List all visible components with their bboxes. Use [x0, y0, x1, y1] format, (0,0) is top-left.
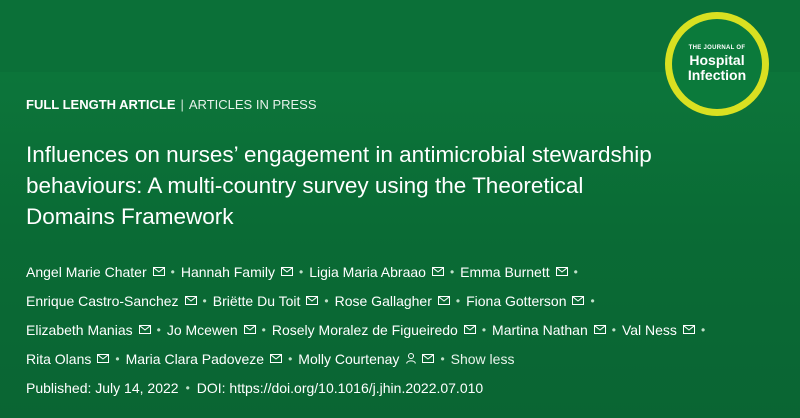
mail-icon[interactable] [270, 354, 283, 363]
separator-dot: • [611, 322, 616, 337]
mail-icon[interactable] [138, 325, 151, 334]
separator-dot: • [700, 322, 706, 337]
journal-logo-small: THE JOURNAL OF [688, 45, 746, 51]
mail-icon[interactable] [97, 354, 110, 363]
doi-link[interactable]: DOI: https://doi.org/10.1016/j.jhin.2022… [197, 380, 483, 396]
author-item[interactable]: Maria Clara Padoveze [126, 351, 283, 367]
author-name[interactable]: Val Ness [622, 322, 677, 338]
author-name[interactable]: Martina Nathan [492, 322, 588, 338]
author-item[interactable]: Briëtte Du Toit [213, 293, 319, 309]
mail-icon[interactable] [437, 296, 450, 305]
separator-dot: • [261, 322, 266, 337]
mail-icon[interactable] [431, 267, 444, 276]
author-name[interactable]: Hannah Family [181, 264, 275, 280]
publication-info: Published: July 14, 2022 • DOI: https://… [26, 380, 483, 396]
mail-icon[interactable] [463, 325, 476, 334]
journal-logo-line1: Hospital [689, 52, 745, 68]
journal-logo-line2: Infection [687, 67, 747, 83]
author-name[interactable]: Briëtte Du Toit [213, 293, 301, 309]
separator-dot: • [449, 264, 455, 279]
author-name[interactable]: Molly Courtenay [298, 351, 399, 367]
mail-icon[interactable] [184, 296, 197, 305]
separator-dot: • [298, 264, 304, 279]
author-item[interactable]: Enrique Castro-Sanchez [26, 293, 197, 309]
journal-logo-inner: THE JOURNAL OF Hospital Infection [672, 19, 762, 109]
author-name[interactable]: Rita Olans [26, 351, 91, 367]
separator-dot: • [324, 293, 329, 308]
author-name[interactable]: Emma Burnett [460, 264, 549, 280]
author-name[interactable]: Maria Clara Padoveze [126, 351, 265, 367]
article-type-separator: | [180, 97, 184, 112]
mail-icon[interactable] [280, 267, 293, 276]
author-item[interactable]: Hannah Family [181, 264, 293, 280]
author-name[interactable]: Jo Mcewen [167, 322, 238, 338]
show-less-link[interactable]: Show less [451, 351, 515, 367]
author-name[interactable]: Rosely Moralez de Figueiredo [272, 322, 458, 338]
author-item[interactable]: Rose Gallagher [335, 293, 450, 309]
separator-dot: • [440, 351, 445, 366]
author-item[interactable]: Fiona Gotterson [466, 293, 585, 309]
article-status-link[interactable]: ARTICLES IN PRESS [189, 97, 317, 112]
separator-dot: • [185, 381, 190, 395]
author-name[interactable]: Rose Gallagher [335, 293, 432, 309]
separator-dot: • [481, 322, 487, 337]
journal-logo[interactable]: THE JOURNAL OF Hospital Infection [665, 12, 769, 116]
separator-dot: • [573, 264, 578, 279]
mail-icon[interactable] [682, 325, 695, 334]
article-title: Influences on nurses’ engagement in anti… [26, 142, 652, 229]
author-item[interactable]: Val Ness [622, 322, 695, 338]
user-icon[interactable] [406, 353, 417, 364]
separator-dot: • [156, 322, 161, 337]
author-item[interactable]: Rosely Moralez de Figueiredo [272, 322, 476, 338]
separator-dot: • [202, 293, 207, 308]
author-name[interactable]: Enrique Castro-Sanchez [26, 293, 179, 309]
author-line-3: Elizabeth Manias • Jo Mcewen • Rosely Morale… [26, 315, 786, 344]
mail-icon[interactable] [555, 267, 568, 276]
separator-dot: • [170, 264, 175, 279]
author-item[interactable]: Molly Courtenay [298, 351, 435, 367]
mail-icon[interactable] [243, 325, 256, 334]
article-type: FULL LENGTH ARTICLE [26, 97, 176, 112]
mail-icon[interactable] [422, 354, 435, 363]
author-item[interactable]: Elizabeth Manias [26, 322, 151, 338]
author-item[interactable]: Angel Marie Chater [26, 264, 165, 280]
mail-icon[interactable] [572, 296, 585, 305]
author-line-2: Enrique Castro-Sanchez • Briëtte Du Toit • R… [26, 286, 786, 315]
author-name[interactable]: Ligia Maria Abraao [309, 264, 426, 280]
author-name[interactable]: Elizabeth Manias [26, 322, 133, 338]
mail-icon[interactable] [306, 296, 319, 305]
separator-dot: • [288, 351, 293, 366]
separator-dot: • [455, 293, 461, 308]
author-item[interactable]: Rita Olans [26, 351, 110, 367]
author-item[interactable]: Emma Burnett [460, 264, 568, 280]
author-line-4: Rita Olans • Maria Clara Padoveze • Molly Co… [26, 344, 786, 373]
separator-dot: • [590, 293, 595, 308]
author-list: Angel Marie Chater • Hannah Family • Ligia M… [26, 257, 786, 373]
published-date: Published: July 14, 2022 [26, 380, 179, 396]
separator-dot: • [115, 351, 120, 366]
author-name[interactable]: Angel Marie Chater [26, 264, 147, 280]
author-item[interactable]: Martina Nathan [492, 322, 606, 338]
author-item[interactable]: Ligia Maria Abraao [309, 264, 444, 280]
mail-icon[interactable] [593, 325, 606, 334]
author-name[interactable]: Fiona Gotterson [466, 293, 566, 309]
mail-icon[interactable] [152, 267, 165, 276]
article-type-bar: FULL LENGTH ARTICLE | ARTICLES IN PRESS [26, 97, 317, 112]
author-item[interactable]: Jo Mcewen [167, 322, 256, 338]
author-line-1: Angel Marie Chater • Hannah Family • Ligia M… [26, 257, 786, 286]
